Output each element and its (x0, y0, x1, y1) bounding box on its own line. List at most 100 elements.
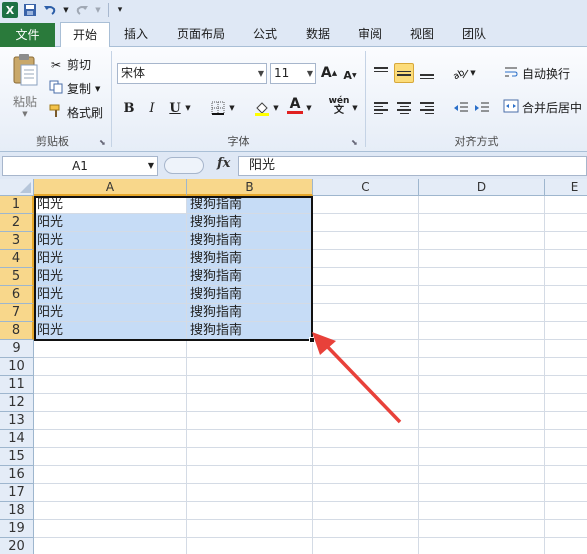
cell-d10[interactable] (419, 358, 545, 376)
cell-e15[interactable] (545, 448, 587, 466)
cell-e5[interactable] (545, 268, 587, 286)
cell-a15[interactable] (34, 448, 187, 466)
cell-d17[interactable] (419, 484, 545, 502)
cell-b2[interactable]: 搜狗指南 (187, 214, 313, 232)
cell-c4[interactable] (313, 250, 419, 268)
formula-input[interactable]: 阳光 (238, 156, 587, 176)
cell-e16[interactable] (545, 466, 587, 484)
cell-b15[interactable] (187, 448, 313, 466)
cell-e14[interactable] (545, 430, 587, 448)
font-name-combo[interactable]: 宋体 ▼ (117, 63, 267, 84)
cell-c19[interactable] (313, 520, 419, 538)
column-header-c[interactable]: C (313, 179, 419, 196)
middle-align-icon[interactable] (394, 63, 414, 83)
cell-e2[interactable] (545, 214, 587, 232)
borders-icon[interactable] (208, 98, 228, 118)
cell-b10[interactable] (187, 358, 313, 376)
font-color-button[interactable]: A (285, 96, 305, 116)
font-name-dropdown-icon[interactable]: ▼ (258, 64, 264, 83)
cell-a18[interactable] (34, 502, 187, 520)
orientation-dropdown-icon[interactable]: ▼ (468, 63, 478, 83)
cell-b20[interactable] (187, 538, 313, 554)
cell-c15[interactable] (313, 448, 419, 466)
italic-button[interactable]: I (142, 98, 162, 118)
cell-b13[interactable] (187, 412, 313, 430)
cell-c16[interactable] (313, 466, 419, 484)
cell-e12[interactable] (545, 394, 587, 412)
cell-d20[interactable] (419, 538, 545, 554)
cell-e9[interactable] (545, 340, 587, 358)
cell-d1[interactable] (419, 196, 545, 214)
cell-c5[interactable] (313, 268, 419, 286)
bold-button[interactable]: B (119, 98, 139, 118)
cell-d11[interactable] (419, 376, 545, 394)
cell-d5[interactable] (419, 268, 545, 286)
cell-c2[interactable] (313, 214, 419, 232)
cell-a2[interactable]: 阳光 (34, 214, 187, 232)
cell-e10[interactable] (545, 358, 587, 376)
row-header-17[interactable]: 17 (0, 484, 34, 502)
cell-a12[interactable] (34, 394, 187, 412)
cell-d2[interactable] (419, 214, 545, 232)
cell-c20[interactable] (313, 538, 419, 554)
column-header-d[interactable]: D (419, 179, 545, 196)
cell-a6[interactable]: 阳光 (34, 286, 187, 304)
cell-b3[interactable]: 搜狗指南 (187, 232, 313, 250)
tab-team[interactable]: 团队 (452, 22, 496, 47)
underline-dropdown-icon[interactable]: ▼ (183, 98, 193, 118)
row-header-10[interactable]: 10 (0, 358, 34, 376)
decrease-indent-icon[interactable] (451, 98, 471, 118)
cell-b6[interactable]: 搜狗指南 (187, 286, 313, 304)
column-header-a[interactable]: A (34, 179, 187, 196)
row-header-18[interactable]: 18 (0, 502, 34, 520)
cell-b8[interactable]: 搜狗指南 (187, 322, 313, 340)
cell-a16[interactable] (34, 466, 187, 484)
formula-bar-handle[interactable] (164, 157, 204, 174)
row-header-4[interactable]: 4 (0, 250, 34, 268)
cell-a19[interactable] (34, 520, 187, 538)
cell-e19[interactable] (545, 520, 587, 538)
cell-c7[interactable] (313, 304, 419, 322)
decrease-font-icon[interactable]: A ▼ (340, 65, 360, 85)
underline-button[interactable]: U (165, 98, 185, 118)
excel-logo-icon[interactable]: X (2, 2, 18, 18)
row-header-19[interactable]: 19 (0, 520, 34, 538)
cell-d6[interactable] (419, 286, 545, 304)
cell-e13[interactable] (545, 412, 587, 430)
cell-e11[interactable] (545, 376, 587, 394)
cell-a1[interactable]: 阳光 (34, 196, 187, 214)
row-header-2[interactable]: 2 (0, 214, 34, 232)
row-header-5[interactable]: 5 (0, 268, 34, 286)
cell-b11[interactable] (187, 376, 313, 394)
cell-e18[interactable] (545, 502, 587, 520)
tab-view[interactable]: 视图 (400, 22, 444, 47)
paste-button[interactable]: 粘贴 ▼ (6, 53, 44, 127)
wrap-text-button[interactable]: 自动换行 (503, 65, 570, 82)
copy-button[interactable]: 复制 ▼ (48, 80, 100, 97)
cell-b7[interactable]: 搜狗指南 (187, 304, 313, 322)
customize-qat-icon[interactable]: ▾ (115, 2, 125, 18)
cell-d8[interactable] (419, 322, 545, 340)
cell-d19[interactable] (419, 520, 545, 538)
redo-dropdown-icon[interactable]: ▼ (94, 2, 102, 18)
cell-e3[interactable] (545, 232, 587, 250)
insert-function-icon[interactable]: fx (217, 156, 230, 171)
row-header-6[interactable]: 6 (0, 286, 34, 304)
cell-d9[interactable] (419, 340, 545, 358)
cell-a8[interactable]: 阳光 (34, 322, 187, 340)
cell-b1[interactable]: 搜狗指南 (187, 196, 313, 214)
row-header-7[interactable]: 7 (0, 304, 34, 322)
top-align-icon[interactable] (371, 63, 391, 83)
worksheet-grid[interactable]: ABCDE 1 2 3 4 5 6 7 8 9 10 11 12 13 14 15 16 17 18 19 20 阳光… (0, 179, 587, 554)
align-left-icon[interactable] (371, 98, 391, 118)
tab-insert[interactable]: 插入 (113, 22, 159, 47)
row-header-9[interactable]: 9 (0, 340, 34, 358)
cell-a11[interactable] (34, 376, 187, 394)
phonetic-dropdown-icon[interactable]: ▼ (350, 98, 360, 118)
row-header-12[interactable]: 12 (0, 394, 34, 412)
cell-a9[interactable] (34, 340, 187, 358)
font-color-dropdown-icon[interactable]: ▼ (304, 98, 314, 118)
cell-b16[interactable] (187, 466, 313, 484)
row-header-11[interactable]: 11 (0, 376, 34, 394)
cell-a14[interactable] (34, 430, 187, 448)
